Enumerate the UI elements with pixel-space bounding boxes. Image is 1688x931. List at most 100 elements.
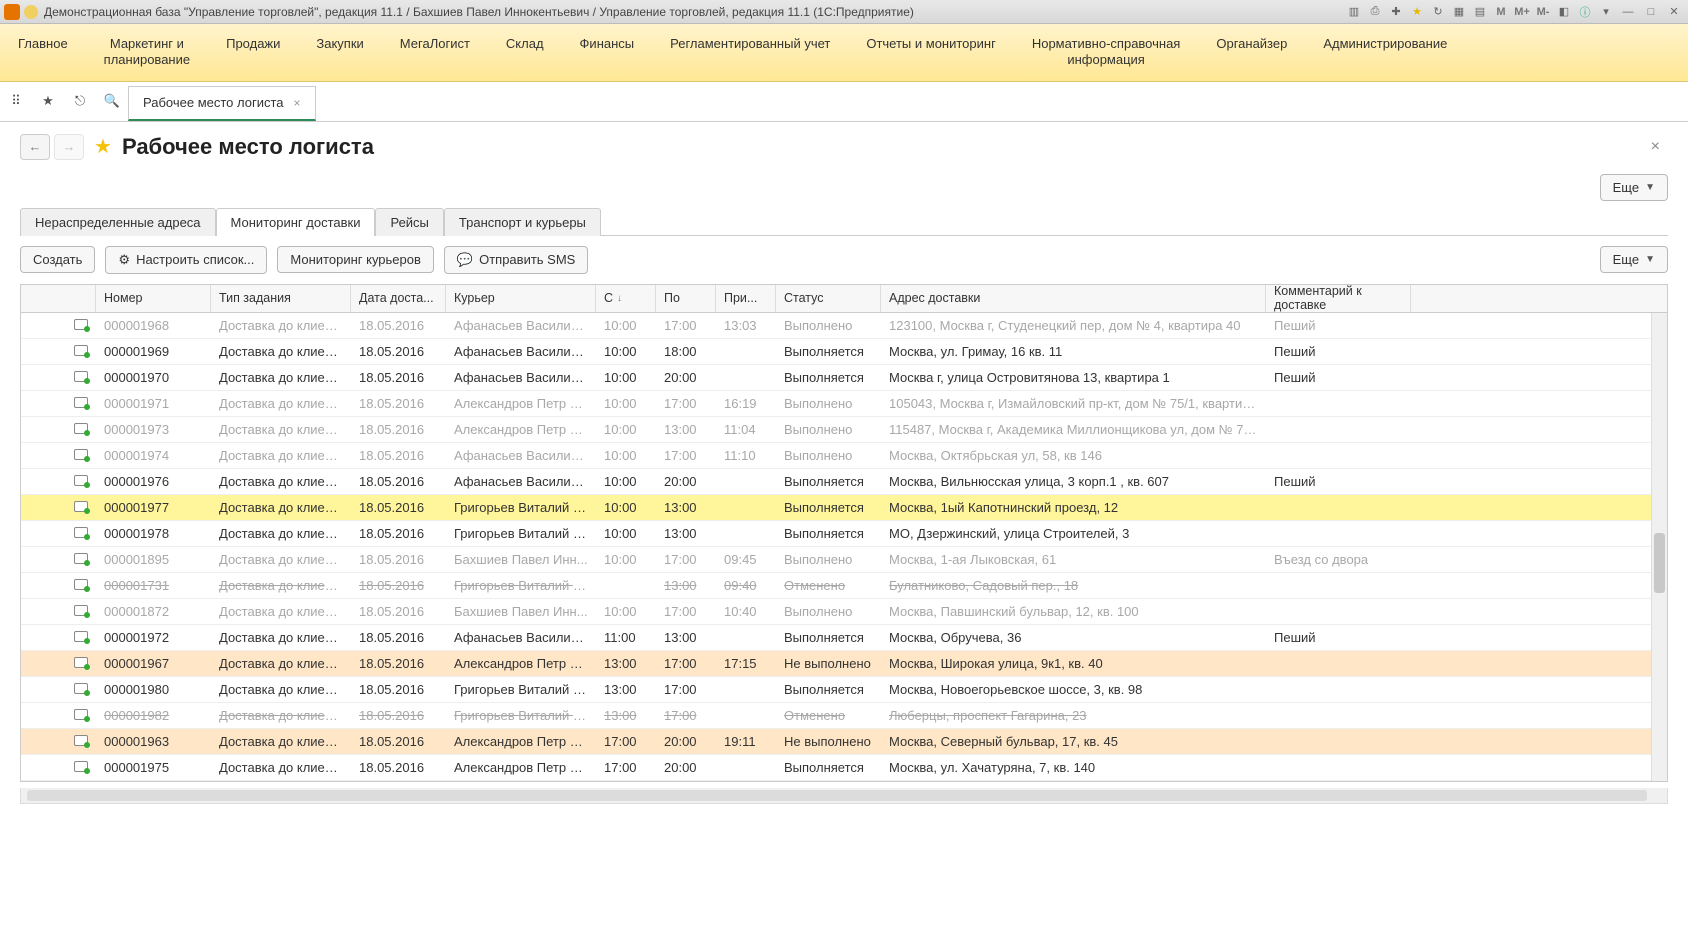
calendar-icon[interactable]: ▤ <box>1471 4 1489 20</box>
main-menu: Главное Маркетинг и планирование Продажи… <box>0 24 1688 82</box>
col-number[interactable]: Номер <box>96 285 211 312</box>
col-date[interactable]: Дата доста... <box>351 285 446 312</box>
table-row[interactable]: 000001980Доставка до клиента18.05.2016Гр… <box>21 677 1667 703</box>
col-from[interactable]: С↓ <box>596 285 656 312</box>
table-row[interactable]: 000001971Доставка до клиента18.05.2016Ал… <box>21 391 1667 417</box>
table-row[interactable]: 000001976Доставка до клиента18.05.2016Аф… <box>21 469 1667 495</box>
table-row[interactable]: 000001968Доставка до клиента18.05.2016Аф… <box>21 313 1667 339</box>
info-dd-icon[interactable]: ▾ <box>1597 4 1615 20</box>
menu-organizer[interactable]: Органайзер <box>1198 30 1305 81</box>
cell-address: 115487, Москва г, Академика Миллионщиков… <box>881 422 1266 437</box>
dropdown-icon[interactable] <box>24 5 38 19</box>
cell-courier: Григорьев Виталий А... <box>446 682 596 697</box>
cell-number: 000001973 <box>96 422 211 437</box>
tab-routes[interactable]: Рейсы <box>375 208 443 236</box>
document-icon <box>74 371 88 382</box>
table-row[interactable]: 000001969Доставка до клиента18.05.2016Аф… <box>21 339 1667 365</box>
gear-icon: ⚙ <box>118 252 130 268</box>
search-icon[interactable]: 🔍 <box>96 82 128 121</box>
menu-admin[interactable]: Администрирование <box>1305 30 1465 81</box>
table-row[interactable]: 000001974Доставка до клиента18.05.2016Аф… <box>21 443 1667 469</box>
col-icon[interactable] <box>21 285 96 312</box>
menu-regulated[interactable]: Регламентированный учет <box>652 30 848 81</box>
star-icon[interactable]: ★ <box>32 82 64 121</box>
table-row[interactable]: 000001975Доставка до клиента18.05.2016Ал… <box>21 755 1667 781</box>
row-icon-cell <box>21 318 96 333</box>
calc-icon[interactable]: ▦ <box>1450 4 1468 20</box>
tab-unassigned[interactable]: Нераспределенные адреса <box>20 208 216 236</box>
menu-marketing[interactable]: Маркетинг и планирование <box>86 30 208 81</box>
menu-finance[interactable]: Финансы <box>562 30 653 81</box>
menu-megalogist[interactable]: МегаЛогист <box>382 30 488 81</box>
menu-purchases[interactable]: Закупки <box>298 30 381 81</box>
cell-from: 17:00 <box>596 734 656 749</box>
tab-monitoring[interactable]: Мониторинг доставки <box>216 208 376 236</box>
cell-arrival: 19:11 <box>716 734 776 749</box>
col-to[interactable]: По <box>656 285 716 312</box>
menu-main[interactable]: Главное <box>0 30 86 81</box>
col-comment[interactable]: Комментарий к доставке <box>1266 285 1411 312</box>
table-row[interactable]: 000001895Доставка до клиента18.05.2016Ба… <box>21 547 1667 573</box>
menu-sales[interactable]: Продажи <box>208 30 298 81</box>
menu-reports[interactable]: Отчеты и мониторинг <box>848 30 1013 81</box>
history-icon[interactable]: ↻ <box>1429 4 1447 20</box>
toolbar-icon-2[interactable]: ✚ <box>1387 4 1405 20</box>
cell-date: 18.05.2016 <box>351 578 446 593</box>
cell-to: 17:00 <box>656 448 716 463</box>
col-arrival[interactable]: При... <box>716 285 776 312</box>
cell-from: 10:00 <box>596 526 656 541</box>
col-type[interactable]: Тип задания <box>211 285 351 312</box>
tab-close-icon[interactable]: × <box>294 96 301 110</box>
toolbar-icon-1[interactable]: ▥ <box>1345 4 1363 20</box>
table-row[interactable]: 000001872Доставка до клиента18.05.2016Ба… <box>21 599 1667 625</box>
cell-arrival: 13:03 <box>716 318 776 333</box>
history-nav-icon[interactable]: ⎋ <box>64 82 96 121</box>
back-button[interactable]: ← <box>20 134 50 160</box>
create-button[interactable]: Создать <box>20 246 95 273</box>
info-icon[interactable]: ⓘ <box>1576 4 1594 20</box>
close-window-button[interactable]: ✕ <box>1664 4 1684 20</box>
scrollbar-thumb[interactable] <box>1654 533 1665 593</box>
page-star-icon[interactable]: ★ <box>94 134 112 159</box>
cell-type: Доставка до клиента <box>211 630 351 645</box>
cell-date: 18.05.2016 <box>351 760 446 775</box>
forward-button[interactable]: → <box>54 134 84 160</box>
table-row[interactable]: 000001972Доставка до клиента18.05.2016Аф… <box>21 625 1667 651</box>
table-row[interactable]: 000001967Доставка до клиента18.05.2016Ал… <box>21 651 1667 677</box>
menu-marketing-label: Маркетинг и планирование <box>104 36 190 67</box>
m-button[interactable]: M <box>1492 4 1510 20</box>
apps-icon[interactable]: ⠿ <box>0 82 32 121</box>
vertical-scrollbar[interactable] <box>1651 313 1667 781</box>
horizontal-scrollbar[interactable] <box>20 788 1668 804</box>
col-status[interactable]: Статус <box>776 285 881 312</box>
page-close-button[interactable]: × <box>1643 134 1668 160</box>
configure-list-button[interactable]: ⚙ Настроить список... <box>105 246 267 274</box>
col-address[interactable]: Адрес доставки <box>881 285 1266 312</box>
panels-icon[interactable]: ◧ <box>1555 4 1573 20</box>
monitor-couriers-button[interactable]: Мониторинг курьеров <box>277 246 434 273</box>
tab-logist-workspace[interactable]: Рабочее место логиста × <box>128 86 316 121</box>
table-row[interactable]: 000001970Доставка до клиента18.05.2016Аф… <box>21 365 1667 391</box>
favorite-icon[interactable]: ★ <box>1408 4 1426 20</box>
col-courier[interactable]: Курьер <box>446 285 596 312</box>
table-row[interactable]: 000001731Доставка до клиента18.05.2016Гр… <box>21 573 1667 599</box>
table-row[interactable]: 000001963Доставка до клиента18.05.2016Ал… <box>21 729 1667 755</box>
table-row[interactable]: 000001977Доставка до клиента18.05.2016Гр… <box>21 495 1667 521</box>
maximize-button[interactable]: □ <box>1641 4 1661 20</box>
more-button-top[interactable]: Еще ▼ <box>1600 174 1668 201</box>
minimize-button[interactable]: — <box>1618 4 1638 20</box>
print-icon[interactable]: ⎙ <box>1366 4 1384 20</box>
table-row[interactable]: 000001973Доставка до клиента18.05.2016Ал… <box>21 417 1667 443</box>
hscroll-thumb[interactable] <box>27 790 1647 801</box>
document-icon <box>74 527 88 538</box>
more-button-toolbar[interactable]: Еще ▼ <box>1600 246 1668 273</box>
cell-comment: Пеший <box>1266 344 1411 359</box>
send-sms-button[interactable]: 💬 Отправить SMS <box>444 246 588 274</box>
table-row[interactable]: 000001982Доставка до клиента18.05.2016Гр… <box>21 703 1667 729</box>
menu-reference[interactable]: Нормативно-справочная информация <box>1014 30 1199 81</box>
mminus-button[interactable]: M- <box>1534 4 1552 20</box>
tab-transport[interactable]: Транспорт и курьеры <box>444 208 601 236</box>
table-row[interactable]: 000001978Доставка до клиента18.05.2016Гр… <box>21 521 1667 547</box>
menu-warehouse[interactable]: Склад <box>488 30 562 81</box>
mplus-button[interactable]: M+ <box>1513 4 1531 20</box>
